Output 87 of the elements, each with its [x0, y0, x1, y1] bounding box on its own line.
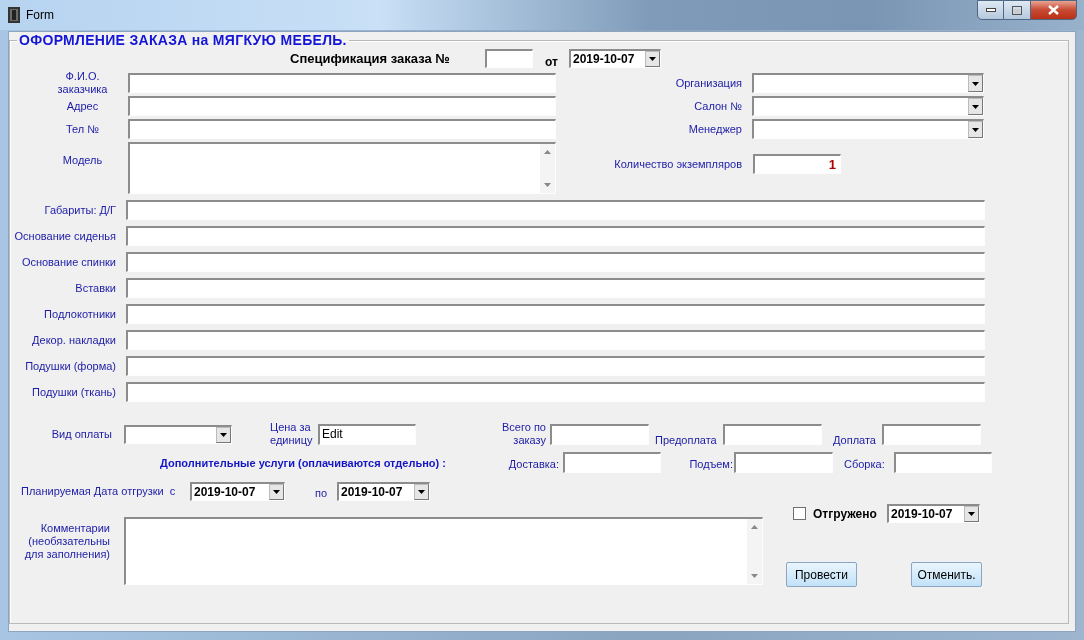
field-label: Вид оплаты: [50, 427, 112, 441]
close-button[interactable]: [1031, 0, 1077, 20]
field-label: Габариты: Д/Г: [43, 203, 116, 217]
combo-box[interactable]: [752, 96, 984, 116]
caret-icon: [968, 512, 975, 516]
window-title: Form: [26, 8, 54, 22]
app-icon: [8, 7, 20, 23]
text-field[interactable]: [563, 452, 661, 473]
field-label: Вставки: [74, 281, 116, 295]
date-picker[interactable]: 2019-10-07: [337, 482, 430, 501]
text-field[interactable]: [126, 278, 985, 298]
text-field[interactable]: [894, 452, 992, 473]
text-field[interactable]: [723, 423, 822, 445]
text-field[interactable]: [126, 304, 985, 324]
field-label: по: [315, 486, 329, 500]
field-label: Цена за единицу: [270, 421, 314, 447]
field-label: Основание спинки: [20, 255, 116, 269]
caret-icon: [220, 432, 227, 437]
form-button[interactable]: Провести: [786, 562, 857, 587]
text-field[interactable]: [126, 226, 985, 246]
services-heading: Дополнительные услуги (оплачиваются отдельно) :: [160, 456, 447, 469]
memo-field[interactable]: [124, 517, 763, 585]
maximize-icon: [1012, 5, 1022, 15]
field-label: Всего по заказу: [501, 421, 546, 447]
text-field[interactable]: [734, 452, 833, 473]
text-field[interactable]: [126, 356, 985, 376]
text-field[interactable]: [128, 96, 556, 116]
field-label: Менеджер: [687, 122, 742, 136]
checkbox[interactable]: [793, 507, 806, 520]
field-label: Подушки (ткань): [31, 385, 116, 399]
form-button[interactable]: Отменить.: [911, 562, 982, 587]
quantity-field[interactable]: 1: [753, 154, 841, 174]
minimize-button[interactable]: [977, 0, 1004, 20]
field-label: Модель: [61, 154, 104, 167]
date-label: от: [545, 54, 559, 69]
text-field[interactable]: [126, 382, 985, 402]
field-label: Основание сиденья: [13, 229, 116, 243]
maximize-button[interactable]: [1004, 0, 1031, 20]
field-label: Планируемая Дата отгрузки с: [21, 485, 177, 498]
text-field[interactable]: [128, 73, 556, 93]
scroll-up-icon: [544, 150, 551, 154]
text-field[interactable]: [128, 119, 556, 139]
field-label: Декор. накладки: [31, 333, 116, 347]
field-label: Предоплата: [655, 434, 718, 447]
text-field[interactable]: [126, 200, 985, 220]
caret-icon: [273, 490, 280, 494]
field-label: Ф.И.О. заказчика: [56, 70, 109, 96]
text-field[interactable]: [126, 330, 985, 350]
caret-icon: [972, 81, 979, 86]
field-label: Организация: [674, 76, 742, 90]
field-label: Подъем:: [688, 458, 733, 471]
caret-icon: [649, 57, 656, 61]
spec-label: Спецификация заказа №: [290, 51, 451, 66]
field-label: Тел №: [64, 122, 101, 136]
combo-box[interactable]: [752, 119, 984, 139]
close-icon: [1048, 5, 1059, 15]
scroll-down-icon: [544, 183, 551, 187]
field-label: Доставка:: [507, 458, 559, 471]
field-label: Количество экземпляров: [613, 157, 742, 171]
field-label: Адрес: [65, 99, 100, 113]
combo-box[interactable]: [752, 73, 984, 93]
text-field[interactable]: [882, 423, 981, 445]
field-label: Подлокотники: [43, 307, 116, 321]
text-field[interactable]: Edit: [318, 423, 416, 445]
date-picker[interactable]: 2019-10-07: [569, 49, 661, 68]
combo-box[interactable]: [124, 424, 232, 444]
caret-icon: [972, 127, 979, 132]
scroll-down-icon: [751, 574, 758, 578]
field-label: Комментарии (необязательны для заполнения): [23, 522, 110, 562]
date-picker[interactable]: 2019-10-07: [190, 482, 285, 501]
text-field[interactable]: [126, 252, 985, 272]
text-field[interactable]: [550, 423, 649, 445]
field-label: Сборка:: [843, 458, 886, 471]
field-label: Подушки (форма): [24, 359, 116, 373]
field-label: Салон №: [693, 99, 742, 113]
checkbox-label: Отгружено: [813, 506, 877, 521]
order-number-field[interactable]: [485, 49, 533, 68]
minimize-icon: [985, 8, 996, 12]
caret-icon: [972, 104, 979, 109]
scrollbar[interactable]: [540, 144, 555, 193]
scrollbar[interactable]: [747, 519, 762, 584]
group-title: ОФОРМЛЕНИЕ ЗАКАЗА на МЯГКУЮ МЕБЕЛЬ.: [18, 32, 348, 48]
field-label: Доплата: [833, 434, 877, 447]
caret-icon: [418, 490, 425, 494]
scroll-up-icon: [751, 525, 758, 529]
date-picker[interactable]: 2019-10-07: [887, 504, 980, 523]
memo-field[interactable]: [128, 142, 556, 194]
